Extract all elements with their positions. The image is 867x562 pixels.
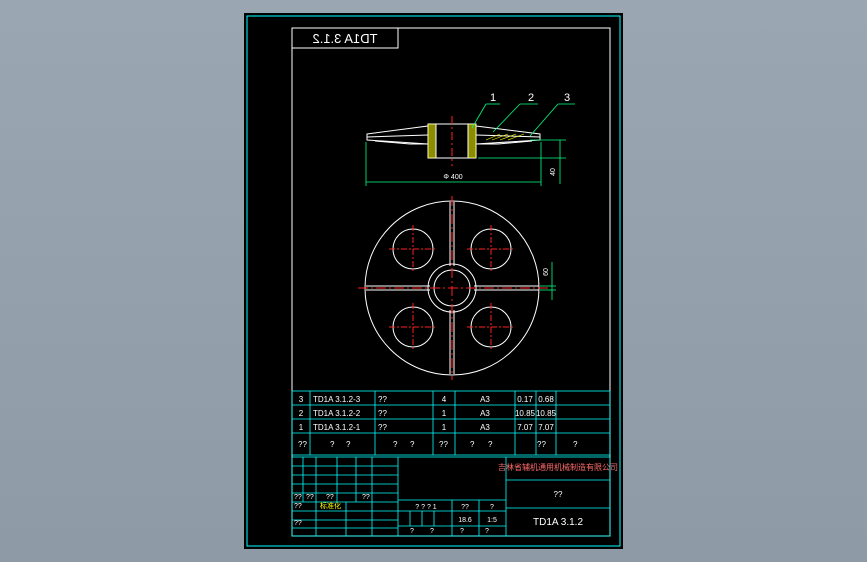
svg-text:?: ?: [490, 504, 494, 511]
svg-text:?: ?: [488, 440, 493, 449]
svg-text:0.68: 0.68: [538, 395, 554, 404]
svg-text:??: ??: [378, 423, 387, 432]
drawing-number: TD1A 3.1.2: [533, 517, 583, 528]
company-name: 吉林省辅机通用机械制造有限公司: [498, 462, 618, 472]
svg-text:??: ??: [362, 494, 370, 501]
dim-height: 40: [550, 168, 557, 176]
svg-text:?: ?: [410, 440, 415, 449]
drawing-name: ??: [554, 490, 563, 499]
svg-text:??: ??: [439, 440, 448, 449]
svg-text:??: ??: [537, 440, 546, 449]
svg-text:??: ??: [298, 440, 307, 449]
svg-text:10.85: 10.85: [536, 409, 557, 418]
callout-1: 1: [490, 92, 496, 104]
svg-text:A3: A3: [480, 409, 490, 418]
weight: 18.6: [458, 517, 472, 524]
svg-text:0.17: 0.17: [517, 395, 533, 404]
callouts: 1 2 3: [471, 92, 575, 137]
dim-diameter: Φ 400: [443, 174, 462, 181]
svg-text:?: ?: [485, 528, 489, 535]
drawing-canvas: TD1A 3.1.2 1 2 3 Φ 400 40 60 3 TD1A 3.1.…: [246, 15, 621, 547]
svg-text:? ? ? 1: ? ? ? 1: [415, 504, 437, 511]
scale: 1:5: [487, 517, 497, 524]
svg-text:3: 3: [299, 395, 304, 404]
plan-view: 60: [358, 196, 556, 380]
svg-text:??: ??: [326, 494, 334, 501]
svg-text:?: ?: [460, 528, 464, 535]
svg-text:??: ??: [294, 520, 302, 527]
svg-text:1: 1: [299, 423, 304, 432]
callout-2: 2: [528, 92, 534, 104]
std-label: 标准化: [320, 501, 341, 510]
svg-text:10.85: 10.85: [515, 409, 536, 418]
svg-text:??: ??: [294, 503, 302, 510]
front-view: [366, 116, 541, 166]
svg-text:2: 2: [299, 409, 304, 418]
svg-text:??: ??: [306, 494, 314, 501]
svg-text:??: ??: [461, 504, 469, 511]
svg-text:?: ?: [410, 528, 414, 535]
svg-text:?: ?: [430, 528, 434, 535]
svg-text:??: ??: [378, 409, 387, 418]
svg-text:?: ?: [393, 440, 398, 449]
svg-text:??: ??: [294, 494, 302, 501]
svg-text:1: 1: [442, 423, 447, 432]
svg-text:?: ?: [573, 440, 578, 449]
svg-text:?: ?: [470, 440, 475, 449]
svg-text:??: ??: [378, 395, 387, 404]
svg-text:TD1A 3.1.2-2: TD1A 3.1.2-2: [313, 409, 361, 418]
svg-text:TD1A 3.1.2-1: TD1A 3.1.2-1: [313, 423, 361, 432]
front-dimensions: Φ 400 40: [365, 139, 566, 186]
mirrored-drawing-number: TD1A 3.1.2: [312, 31, 377, 46]
svg-text:?: ?: [330, 440, 335, 449]
svg-text:A3: A3: [480, 423, 490, 432]
svg-text:4: 4: [442, 395, 447, 404]
svg-text:A3: A3: [480, 395, 490, 404]
svg-text:1: 1: [442, 409, 447, 418]
svg-text:?: ?: [346, 440, 351, 449]
svg-text:TD1A 3.1.2-3: TD1A 3.1.2-3: [313, 395, 361, 404]
svg-text:7.07: 7.07: [538, 423, 554, 432]
title-block-text: 吉林省辅机通用机械制造有限公司 ?? TD1A 3.1.2 ? ? ? 1 ??…: [294, 462, 618, 535]
dim-hub: 60: [543, 268, 550, 276]
callout-3: 3: [564, 92, 570, 104]
cad-viewport[interactable]: TD1A 3.1.2 1 2 3 Φ 400 40 60 3 TD1A 3.1.…: [0, 0, 867, 562]
svg-text:7.07: 7.07: [517, 423, 533, 432]
